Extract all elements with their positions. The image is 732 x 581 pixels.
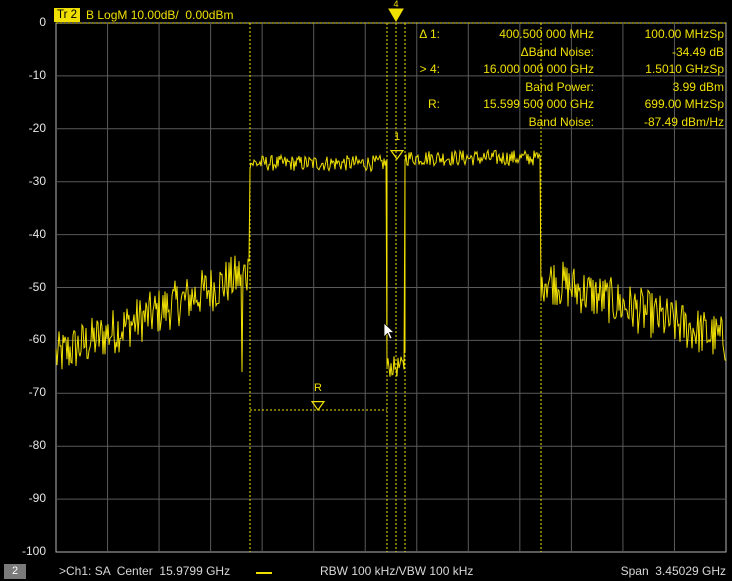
status-bar: 2 >Ch1: SA Center 15.9799 GHz RBW 100 kH… bbox=[0, 561, 732, 581]
y-tick-label: -40 bbox=[28, 226, 46, 241]
readout-value: 400.500 000 MHz bbox=[499, 27, 594, 41]
reference-marker-label: R bbox=[314, 382, 322, 394]
y-tick-label: -30 bbox=[28, 173, 46, 188]
readout-key: R: bbox=[428, 97, 440, 111]
readout-value-2: -87.49 dBm/Hz bbox=[643, 114, 724, 129]
readout-value-2: 3.99 dBm bbox=[672, 79, 724, 94]
channel-badge[interactable]: 2 bbox=[4, 564, 26, 579]
analyzer-screen: 1 R 4 0 -10 -20 -30 -40 -50 -60 -70 -80 -90 -100 Tr … bbox=[0, 0, 732, 581]
readout-row: Band Power: 3.99 dBm bbox=[344, 79, 724, 97]
readout-value: ΔBand Noise: bbox=[520, 44, 594, 59]
span-status: Span 3.45029 GHz bbox=[620, 564, 726, 578]
y-tick-label: -20 bbox=[28, 120, 46, 135]
trace-line bbox=[55, 148, 727, 377]
readout-value-2: 1.5010 GHzSp bbox=[645, 62, 724, 76]
readout-value: 15.599 500 000 GHz bbox=[483, 97, 594, 111]
readout-value: Band Power: bbox=[525, 79, 594, 94]
y-tick-label: -10 bbox=[28, 67, 46, 82]
readout-value-2: 699.00 MHzSp bbox=[644, 97, 724, 111]
trace-format: B LogM 10.00dB/ 0.00dBm bbox=[86, 7, 234, 22]
y-tick-label: -50 bbox=[28, 279, 46, 294]
readout-value: Band Noise: bbox=[528, 114, 594, 129]
marker-4-label: 4 bbox=[393, 0, 398, 9]
readout-value-2: 100.00 MHzSp bbox=[644, 27, 724, 41]
marker-readout: Δ 1: 400.500 000 MHz 100.00 MHzSp ΔBand Noi… bbox=[344, 26, 724, 131]
trace-tag[interactable]: Tr 2 bbox=[54, 7, 81, 22]
channel-status: >Ch1: SA Center 15.9799 GHz bbox=[59, 564, 231, 578]
readout-row: ΔBand Noise: -34.49 dB bbox=[344, 44, 724, 62]
readout-value: 16.000 000 000 GHz bbox=[483, 62, 594, 76]
readout-row: R: 15.599 500 000 GHz 699.00 MHzSp bbox=[344, 96, 724, 114]
readout-row: > 4: 16.000 000 000 GHz 1.5010 GHzSp bbox=[344, 61, 724, 79]
mouse-pointer-icon bbox=[383, 322, 396, 340]
readout-key: Δ 1: bbox=[419, 27, 440, 41]
y-tick-label: -90 bbox=[28, 491, 46, 506]
readout-value-2: -34.49 dB bbox=[671, 44, 724, 59]
y-tick-label: -60 bbox=[28, 332, 46, 347]
readout-row: Δ 1: 400.500 000 MHz 100.00 MHzSp bbox=[344, 26, 724, 44]
y-tick-label: -70 bbox=[28, 385, 46, 400]
marker-1-icon bbox=[389, 150, 405, 161]
readout-key: > 4: bbox=[419, 62, 440, 76]
readout-row: Band Noise: -87.49 dBm/Hz bbox=[344, 114, 724, 132]
rbw-status: RBW 100 kHz/VBW 100 kHz bbox=[320, 564, 474, 578]
y-tick-label: -100 bbox=[21, 544, 46, 558]
marker-4-icon bbox=[388, 8, 404, 22]
trace-legend-line bbox=[256, 572, 272, 574]
y-tick-label: -80 bbox=[28, 438, 46, 453]
y-tick-label: 0 bbox=[39, 15, 46, 29]
marker-1-label: 1 bbox=[394, 131, 400, 143]
trace-header: Tr 2 B LogM 10.00dB/ 0.00dBm bbox=[54, 7, 233, 22]
